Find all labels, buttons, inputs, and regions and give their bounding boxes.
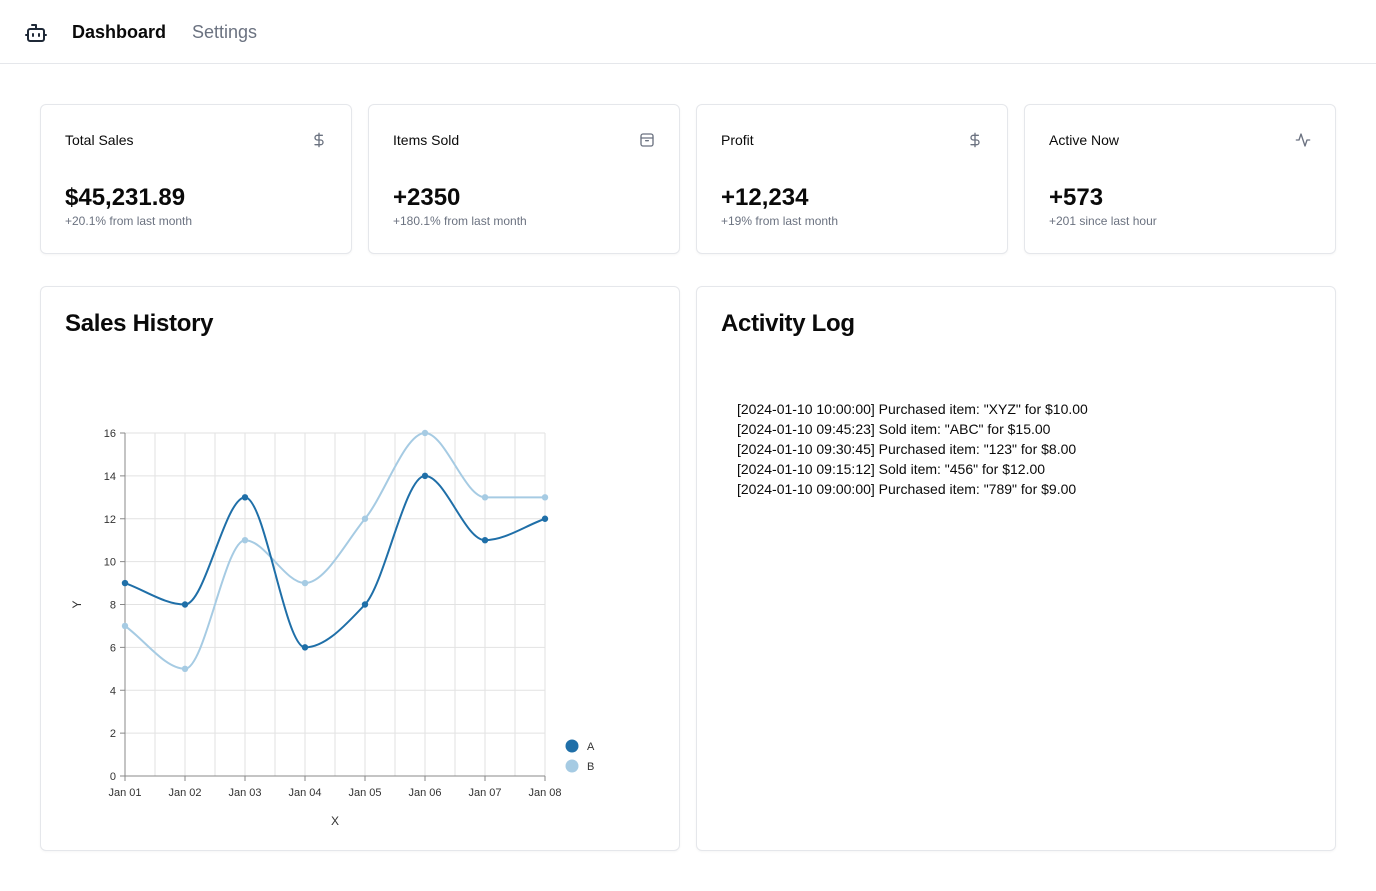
data-point-a [421,472,429,480]
y-tick-label: 8 [110,600,116,612]
stat-change-note: +20.1% from last month [65,214,193,228]
nav-settings-link[interactable]: Settings [192,20,257,44]
stat-title: Items Sold [393,132,460,148]
legend-swatch-b [565,759,579,773]
data-point-a [361,601,369,608]
data-point-a [241,494,249,501]
data-point-b [481,494,489,501]
y-tick-label: 2 [110,728,116,740]
activity-log-panel: Activity Log [2024-01-10 10:00:00] Purch… [696,286,1336,851]
stat-change-note: +201 since last hour [1049,214,1157,228]
x-tick-label: Jan 05 [348,787,381,799]
y-tick-label: 4 [110,685,116,697]
x-tick-label: Jan 06 [408,787,441,799]
activity-log-list: [2024-01-10 10:00:00] Purchased item: "X… [737,399,1088,499]
y-tick-label: 14 [104,471,116,483]
data-point-a [121,579,129,587]
legend-label-b: B [587,761,594,773]
activity-log-entry: [2024-01-10 09:15:12] Sold item: "456" f… [737,461,1046,477]
activity-log-title: Activity Log [721,310,855,337]
sales-history-chart: 0 2 4 6 8 10 12 14 16 Jan 01 Jan 02 Jan 03 Jan 04 Jan… [70,428,595,828]
data-point-a [301,644,309,651]
activity-log-entry: [2024-01-10 09:00:00] Purchased item: "7… [737,481,1077,497]
data-point-b [541,494,549,501]
stat-title: Active Now [1049,132,1120,148]
dollar-sign-icon [311,132,327,148]
x-tick-label: Jan 08 [528,787,561,799]
stat-value: +12,234 [721,184,809,211]
stat-value: +573 [1049,184,1104,211]
legend-swatch-a [565,739,579,753]
data-point-b [361,515,369,522]
data-point-a [541,515,549,522]
y-tick-label: 12 [104,514,116,526]
robot-icon[interactable] [24,21,48,45]
x-tick-label: Jan 07 [468,787,501,799]
x-tick-label: Jan 04 [288,787,321,799]
stat-value: +2350 [393,184,461,211]
sales-history-panel: Sales History 0 2 4 6 8 10 12 14 16 Jan 01 Jan 02 J… [40,286,680,851]
stat-card-total-sales: Total Sales $45,231.89 +20.1% from last … [40,104,352,254]
activity-log-entry: [2024-01-10 09:45:23] Sold item: "ABC" f… [737,421,1051,437]
data-point-b [181,665,189,673]
y-axis-title: Y [70,600,84,608]
y-tick-label: 6 [110,642,116,654]
package-icon [639,132,655,148]
y-tick-label: 0 [110,771,116,783]
legend-label-a: A [587,741,595,753]
nav-dashboard-link[interactable]: Dashboard [72,20,166,44]
activity-log-entry: [2024-01-10 09:30:45] Purchased item: "1… [737,441,1077,457]
y-tick-label: 10 [104,557,116,569]
data-point-a [481,536,489,544]
x-axis-title: X [331,814,339,828]
data-point-a [181,601,189,608]
stat-card-profit: Profit +12,234 +19% from last month [696,104,1008,254]
activity-log-entry: [2024-01-10 10:00:00] Purchased item: "X… [737,401,1088,417]
stat-value: $45,231.89 [65,184,186,211]
stat-change-note: +180.1% from last month [393,214,527,228]
data-point-b [301,579,309,587]
activity-icon [1295,132,1311,148]
x-tick-label: Jan 03 [228,787,261,799]
data-point-b [241,536,249,544]
top-navigation-bar: Dashboard Settings [0,0,1376,64]
dollar-sign-icon [967,132,983,148]
y-tick-label: 16 [104,428,116,440]
stat-title: Profit [721,132,754,148]
stat-card-active-now: Active Now +573 +201 since last hour [1024,104,1336,254]
data-point-b [421,429,429,437]
stat-change-note: +19% from last month [721,214,839,228]
stat-card-items-sold: Items Sold +2350 +180.1% from last month [368,104,680,254]
stat-title: Total Sales [65,132,134,148]
x-tick-label: Jan 01 [108,787,141,799]
data-point-b [121,622,129,630]
x-tick-label: Jan 02 [168,787,201,799]
